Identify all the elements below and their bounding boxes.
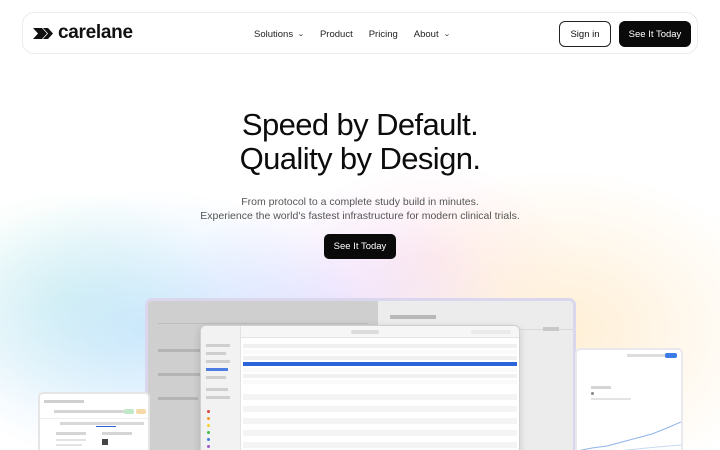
sign-in-button[interactable]: Sign in (559, 21, 611, 47)
menu-item-label: Solutions (254, 28, 294, 40)
chevron-down-icon: ⌄ (442, 31, 451, 38)
subtitle-line-2: Experience the world's fastest infrastru… (200, 210, 520, 222)
hero-cta-button[interactable]: See It Today (324, 234, 396, 259)
brand-logo[interactable]: carelane (31, 23, 133, 43)
menu-item-pricing[interactable]: Pricing (369, 29, 398, 40)
hero-subtitle: From protocol to a complete study build … (0, 195, 720, 223)
headline-line-1: Speed by Default. (241, 107, 479, 142)
file-picker-sidebar (201, 326, 241, 450)
double-chevron-logo-icon (33, 27, 53, 39)
menu-item-label: Pricing (368, 28, 398, 40)
study-detail-screenshot (38, 392, 150, 450)
hero-section: Speed by Default. Quality by Design. Fro… (0, 108, 720, 223)
selected-file-row (243, 362, 517, 366)
navbar: carelane Solutions ⌄ Product Pricing Abo… (22, 12, 698, 54)
menu-item-label: Product (319, 28, 353, 40)
nav-cta-button[interactable]: See It Today (619, 21, 691, 47)
menu-item-about[interactable]: About ⌄ (413, 28, 451, 40)
menu-item-product[interactable]: Product (320, 29, 353, 40)
hero-headline: Speed by Default. Quality by Design. (0, 108, 720, 176)
file-picker-screenshot (200, 325, 520, 450)
menu-item-label: About (413, 28, 439, 40)
main-menu: Solutions ⌄ Product Pricing About ⌄ (254, 13, 465, 55)
chart-panel-screenshot (575, 348, 683, 450)
menu-item-solutions[interactable]: Solutions ⌄ (254, 28, 305, 40)
chevron-down-icon: ⌄ (297, 31, 305, 38)
subtitle-line-1: From protocol to a complete study build … (241, 196, 479, 208)
brand-name: carelane (58, 22, 133, 43)
trend-chart-thumbnail (579, 421, 681, 450)
headline-line-2: Quality by Design. (239, 141, 481, 176)
